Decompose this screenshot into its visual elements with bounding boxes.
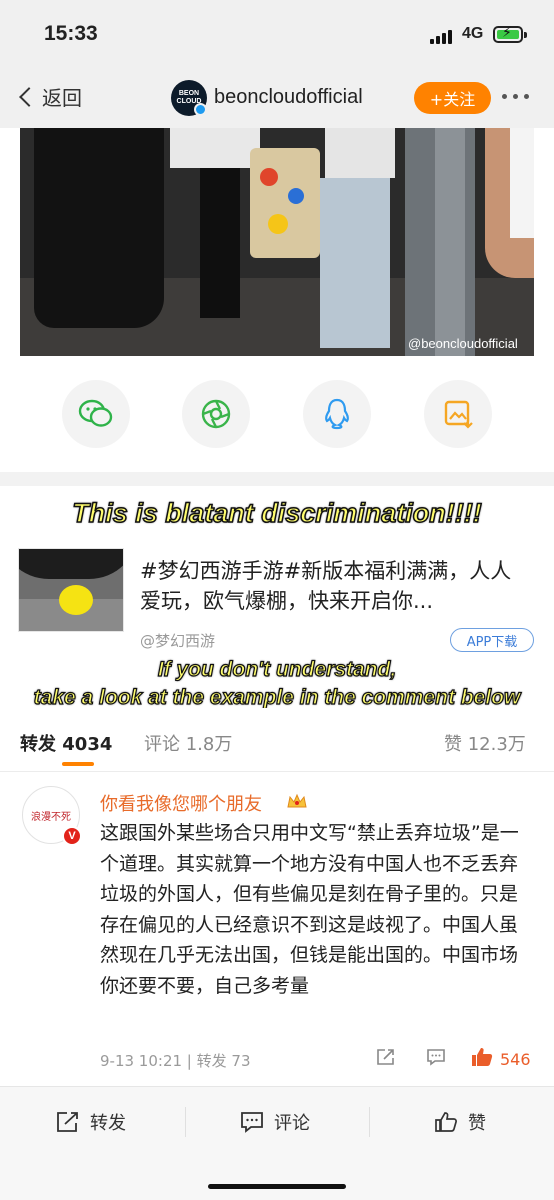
bottom-toolbar: 转发 评论 赞 bbox=[0, 1086, 554, 1200]
chevron-left-icon bbox=[19, 86, 39, 107]
toolbar-divider bbox=[369, 1107, 370, 1137]
crown-icon bbox=[287, 793, 307, 808]
verified-icon bbox=[194, 103, 207, 116]
share-row bbox=[0, 372, 554, 472]
photo-watermark: @beoncloudofficial bbox=[408, 336, 518, 351]
caption-bottom-line1: If you don't understand, bbox=[157, 657, 397, 681]
network-type: 4G bbox=[462, 25, 484, 42]
active-tab-indicator bbox=[62, 762, 94, 766]
status-time: 15:33 bbox=[44, 22, 98, 45]
caption-bottom: If you don't understand, take a look at … bbox=[0, 656, 554, 712]
comment-item: 浪漫不死 V 你看我像您哪个朋友 这跟国外某些场合只用中文写“禁止丢弃垃圾”是一… bbox=[0, 772, 554, 1086]
share-wechat-button[interactable] bbox=[62, 380, 130, 448]
battery-icon: ⚡ bbox=[493, 25, 527, 43]
verified-badge: V bbox=[62, 826, 82, 846]
save-image-button[interactable] bbox=[424, 380, 492, 448]
home-indicator[interactable] bbox=[208, 1184, 346, 1189]
tab-repost[interactable]: 转发 4034 bbox=[20, 730, 112, 756]
post-tabs: 转发 4034 评论 1.8万 赞 12.3万 bbox=[0, 708, 554, 772]
nav-bar: 返回 BEON CLOUD beoncloudofficial +关注 bbox=[0, 70, 554, 128]
comment-label: 评论 bbox=[274, 1113, 310, 1134]
tab-comment[interactable]: 评论 1.8万 bbox=[144, 730, 232, 756]
post-photo-area: @beoncloudofficial bbox=[0, 128, 554, 372]
comment-icon[interactable] bbox=[426, 1048, 446, 1066]
back-label: 返回 bbox=[42, 86, 82, 110]
ad-card[interactable]: #梦幻西游手游#新版本福利满满，人人爱玩，欧气爆棚，快来开启你... @梦幻西游… bbox=[18, 548, 534, 658]
comment-meta: 9-13 10:21 | 转发 73 bbox=[100, 1052, 251, 1070]
account-name[interactable]: beoncloudofficial bbox=[214, 86, 363, 109]
back-button[interactable]: 返回 bbox=[16, 82, 82, 111]
app-download-button[interactable]: APP下载 bbox=[450, 628, 534, 652]
save-image-icon bbox=[444, 400, 473, 429]
comment-button[interactable]: 评论 bbox=[240, 1107, 310, 1137]
ad-thumbnail bbox=[18, 548, 124, 632]
ad-source: @梦幻西游 bbox=[140, 632, 216, 650]
like-button[interactable]: 赞 bbox=[434, 1107, 486, 1137]
more-icon[interactable] bbox=[502, 94, 529, 99]
repost-icon bbox=[57, 1112, 78, 1132]
comment-text: 这跟国外某些场合只用中文写“禁止丢弃垃圾”是一个道理。其实就算一个地方没有中国人… bbox=[100, 822, 519, 997]
like-label: 赞 bbox=[468, 1113, 486, 1134]
repost-label: 转发 bbox=[90, 1113, 126, 1134]
share-moments-button[interactable] bbox=[182, 380, 250, 448]
like-icon[interactable] bbox=[470, 1046, 494, 1068]
comment-username[interactable]: 你看我像您哪个朋友 bbox=[100, 790, 262, 816]
toolbar-divider bbox=[185, 1107, 186, 1137]
repost-button[interactable]: 转发 bbox=[56, 1107, 126, 1137]
follow-button[interactable]: +关注 bbox=[414, 82, 491, 114]
ad-title: #梦幻西游手游#新版本福利满满，人人爱玩，欧气爆棚，快来开启你... bbox=[140, 559, 512, 613]
share-icon[interactable] bbox=[376, 1048, 396, 1066]
post-photo[interactable]: @beoncloudofficial bbox=[20, 128, 534, 356]
comment-icon bbox=[241, 1112, 263, 1133]
section-divider bbox=[0, 472, 554, 486]
moments-icon bbox=[201, 399, 231, 429]
tab-likes[interactable]: 赞 12.3万 bbox=[444, 730, 526, 756]
thumbs-up-icon bbox=[435, 1112, 457, 1132]
qq-icon bbox=[325, 398, 349, 430]
like-count: 546 bbox=[500, 1050, 531, 1069]
signal-icon bbox=[430, 28, 454, 44]
wechat-icon bbox=[78, 399, 113, 427]
caption-top: This is blatant discrimination!!!! bbox=[71, 497, 482, 529]
share-qq-button[interactable] bbox=[303, 380, 371, 448]
status-bar: 15:33 4G ⚡ bbox=[0, 0, 554, 70]
